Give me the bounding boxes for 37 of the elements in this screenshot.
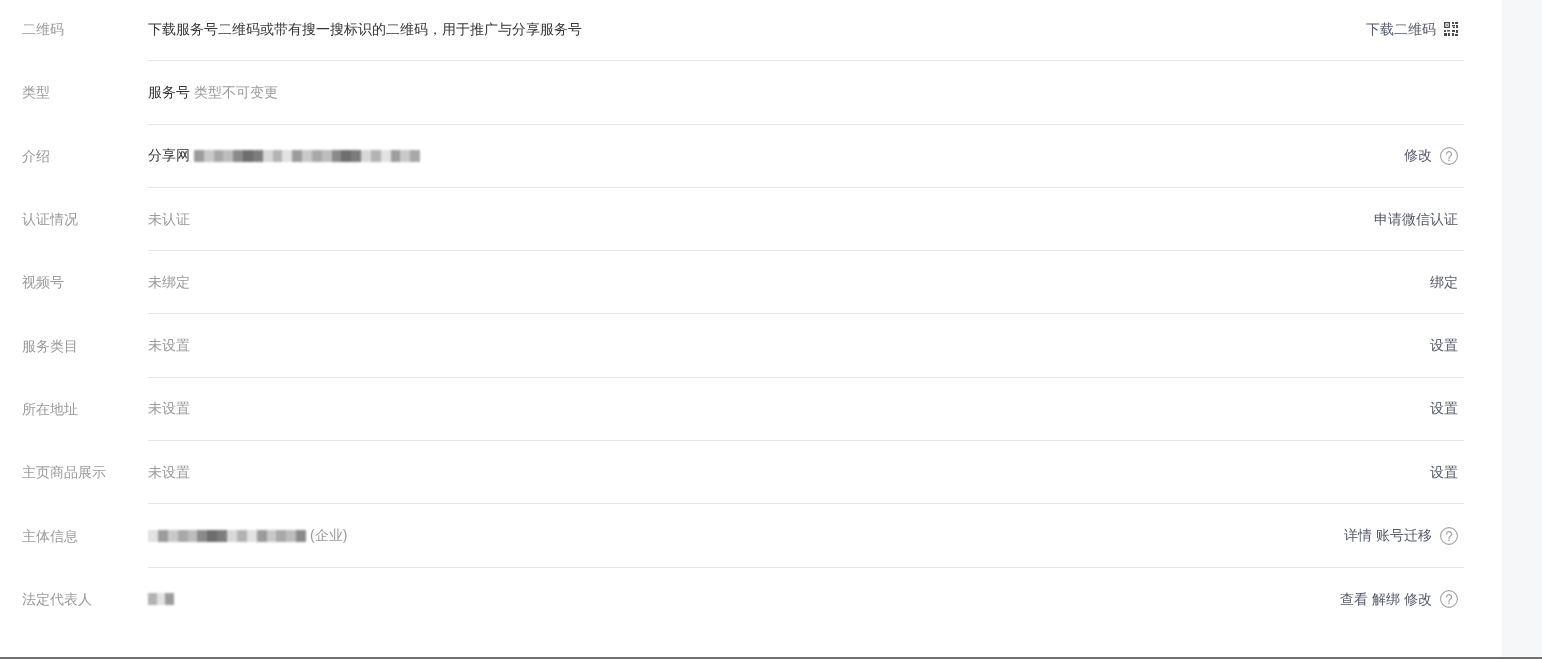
field-note: 未认证 [148,209,190,229]
field-note: 未绑定 [148,272,190,292]
action-link[interactable]: 申请微信认证 [1374,208,1458,230]
field-label: 介绍 [22,146,50,166]
field-label: 认证情况 [22,210,78,230]
field-label: 法定代表人 [22,589,92,609]
action-link[interactable]: 修改 [1404,588,1432,610]
field-note: 未设置 [148,399,190,419]
help-icon[interactable] [1440,590,1458,609]
field-note: 类型不可变更 [194,82,278,102]
field-label: 类型 [22,83,50,103]
field-label: 二维码 [22,20,64,40]
field-label: 主页商品展示 [22,463,106,483]
action-link[interactable]: 查看 [1340,588,1368,610]
qr-code-icon[interactable] [1444,22,1458,37]
field-label: 所在地址 [22,399,78,419]
action-link[interactable]: 账号迁移 [1376,525,1432,546]
field-label: 服务类目 [22,336,78,356]
field-value: 下载服务号二维码或带有搜一搜标识的二维码，用于推广与分享服务号 [148,19,582,39]
action-link[interactable]: 设置 [1430,398,1458,420]
field-value: 服务号 [148,82,190,102]
action-link[interactable]: 解绑 [1372,588,1400,610]
action-link[interactable]: 设置 [1430,335,1458,357]
field-value: 分享网 [148,146,190,166]
field-label: 主体信息 [22,526,78,546]
field-note: 未设置 [148,462,190,482]
action-link[interactable]: 详情 [1344,525,1372,546]
help-icon[interactable] [1440,146,1458,165]
field-label: 视频号 [22,273,64,293]
field-note: (企业) [310,526,348,545]
action-link[interactable]: 修改 [1404,145,1432,167]
action-link[interactable]: 设置 [1430,461,1458,483]
help-icon[interactable] [1440,526,1458,545]
download-link[interactable]: 下载二维码 [1366,18,1436,40]
action-link[interactable]: 绑定 [1430,271,1458,293]
blurred-redaction-drawing [148,592,174,607]
field-note: 未设置 [148,336,190,356]
